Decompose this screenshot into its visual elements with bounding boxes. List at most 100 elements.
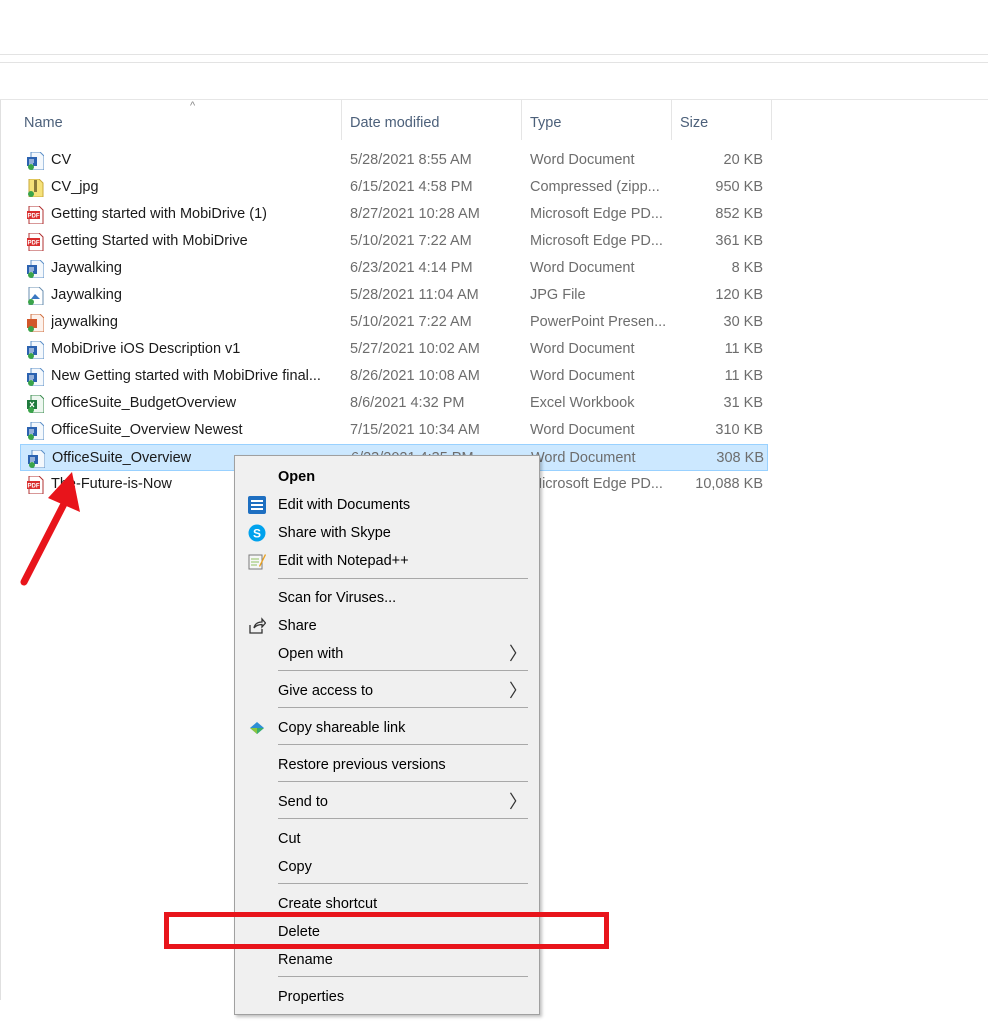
file-name: New Getting started with MobiDrive final…: [51, 368, 321, 384]
red-arrow-annotation: [20, 472, 80, 586]
menu-item-open-label: Open: [278, 469, 316, 485]
menu-separator: [278, 818, 528, 819]
column-name-label: Name: [24, 115, 63, 131]
file-date-modified: 5/28/2021 8:55 AM: [350, 152, 472, 168]
file-row[interactable]: CV_jpg 6/15/2021 4:58 PM Compressed (zipp.…: [20, 174, 768, 201]
column-date-label: Date modified: [350, 115, 440, 131]
file-size: 950 KB: [715, 179, 763, 195]
file-size: 11 KB: [724, 368, 763, 384]
file-name: Jaywalking: [51, 287, 122, 303]
column-date-header[interactable]: Date modified: [342, 100, 522, 140]
menu-separator: [278, 781, 528, 782]
file-size: 361 KB: [715, 233, 763, 249]
powerpoint-icon: [27, 313, 45, 333]
toolbar-divider: [0, 54, 988, 55]
menu-item-send-to[interactable]: Send to 〉: [235, 788, 539, 816]
file-row[interactable]: PDF Getting started with MobiDrive (1) 8/2…: [20, 201, 768, 228]
file-date-modified: 6/23/2021 4:14 PM: [350, 260, 473, 276]
file-row[interactable]: CV 5/28/2021 8:55 AM Word Document 20 KB: [20, 147, 768, 174]
file-type: JPG File: [530, 287, 586, 303]
file-size: 308 KB: [716, 450, 764, 466]
file-size: 30 KB: [723, 314, 764, 330]
file-row[interactable]: OfficeSuite_Overview Newest 7/15/2021 10:…: [20, 417, 768, 444]
menu-item-cut[interactable]: Cut: [235, 825, 539, 853]
file-size: 31 KB: [723, 395, 764, 411]
cloud-link-icon: [248, 719, 266, 737]
file-row[interactable]: Jaywalking 5/28/2021 11:04 AM JPG File 120 …: [20, 282, 768, 309]
menu-item-restore-previous-versions[interactable]: Restore previous versions: [235, 751, 539, 779]
share-icon: [248, 617, 267, 635]
file-size: 10,088 KB: [695, 476, 763, 492]
file-type: Microsoft Edge PD...: [530, 233, 663, 249]
delete-highlight-annotation: [164, 912, 609, 949]
file-row[interactable]: PDF Getting Started with MobiDrive 5/10/20…: [20, 228, 768, 255]
menu-item-properties[interactable]: Properties: [235, 983, 539, 1011]
menu-item-scan-for-viruses-label: Scan for Viruses...: [278, 590, 397, 606]
menu-item-copy[interactable]: Copy: [235, 853, 539, 881]
column-size-header[interactable]: Size: [672, 100, 772, 140]
column-size-label: Size: [680, 115, 709, 131]
file-date-modified: 8/27/2021 10:28 AM: [350, 206, 480, 222]
menu-item-open-with[interactable]: Open with 〉: [235, 640, 539, 668]
file-type: Excel Workbook: [530, 395, 635, 411]
menu-item-give-access-to-label: Give access to: [278, 683, 374, 699]
menu-item-create-shortcut-label: Create shortcut: [278, 896, 378, 912]
menu-item-restore-previous-versions-label: Restore previous versions: [278, 757, 446, 773]
column-type-header[interactable]: Type: [522, 100, 672, 140]
file-name: Getting started with MobiDrive (1): [51, 206, 267, 222]
file-name: OfficeSuite_Overview Newest: [51, 422, 243, 438]
menu-item-copy-shareable-link-label: Copy shareable link: [278, 720, 406, 736]
file-type: Microsoft Edge PD...: [530, 476, 663, 492]
file-type: Word Document: [530, 368, 635, 384]
file-row[interactable]: MobiDrive iOS Description v1 5/27/2021 10…: [20, 336, 768, 363]
menu-item-share-label: Share: [278, 618, 317, 634]
menu-item-edit-with-notepad-label: Edit with Notepad++: [278, 553, 409, 569]
word-icon: [27, 259, 45, 279]
sort-ascending-icon: ^: [190, 100, 196, 112]
menu-item-share-with-skype[interactable]: S Share with Skype: [235, 519, 539, 547]
zip-icon: [27, 178, 44, 198]
svg-text:PDF: PDF: [28, 241, 40, 247]
menu-item-open[interactable]: Open: [235, 463, 539, 491]
column-type-label: Type: [530, 115, 562, 131]
file-type: PowerPoint Presen...: [530, 314, 667, 330]
menu-item-share[interactable]: Share: [235, 612, 539, 640]
menu-item-copy-label: Copy: [278, 859, 312, 875]
menu-separator: [278, 578, 528, 579]
file-row[interactable]: New Getting started with MobiDrive final…: [20, 363, 768, 390]
file-row[interactable]: OfficeSuite_BudgetOverview 8/6/2021 4:32 …: [20, 390, 768, 417]
menu-item-rename-label: Rename: [278, 952, 333, 968]
file-type: Word Document: [530, 152, 635, 168]
file-row[interactable]: jaywalking 5/10/2021 7:22 AM PowerPoint Pr…: [20, 309, 768, 336]
file-size: 11 KB: [724, 341, 763, 357]
menu-item-properties-label: Properties: [278, 989, 345, 1005]
word-icon: [28, 449, 46, 469]
menu-item-give-access-to[interactable]: Give access to 〉: [235, 677, 539, 705]
excel-icon: [27, 394, 45, 414]
file-name: Getting Started with MobiDrive: [51, 233, 248, 249]
file-row[interactable]: Jaywalking 6/23/2021 4:14 PM Word Document…: [20, 255, 768, 282]
address-bar-divider: [0, 62, 988, 63]
menu-separator: [278, 670, 528, 671]
skype-icon: S: [248, 524, 266, 542]
file-type: Compressed (zipp...: [530, 179, 660, 195]
menu-item-edit-with-notepad[interactable]: Edit with Notepad++: [235, 547, 539, 575]
file-type: Word Document: [530, 260, 635, 276]
menu-item-cut-label: Cut: [278, 831, 301, 847]
menu-item-edit-with-documents[interactable]: Edit with Documents: [235, 491, 539, 519]
file-date-modified: 5/10/2021 7:22 AM: [350, 314, 472, 330]
notepad-plus-plus-icon: [248, 552, 266, 570]
file-size: 20 KB: [723, 152, 764, 168]
menu-item-rename[interactable]: Rename: [235, 946, 539, 974]
file-type: Word Document: [530, 341, 635, 357]
word-icon: [27, 151, 45, 171]
submenu-arrow-icon: 〉: [509, 792, 527, 812]
menu-separator: [278, 707, 528, 708]
menu-item-scan-for-viruses[interactable]: Scan for Viruses...: [235, 584, 539, 612]
file-name: jaywalking: [51, 314, 118, 330]
menu-item-copy-shareable-link[interactable]: Copy shareable link: [235, 714, 539, 742]
file-name: OfficeSuite_BudgetOverview: [51, 395, 237, 411]
column-name-header[interactable]: Name ^: [16, 100, 342, 140]
file-date-modified: 8/26/2021 10:08 AM: [350, 368, 480, 384]
file-date-modified: 5/10/2021 7:22 AM: [350, 233, 472, 249]
